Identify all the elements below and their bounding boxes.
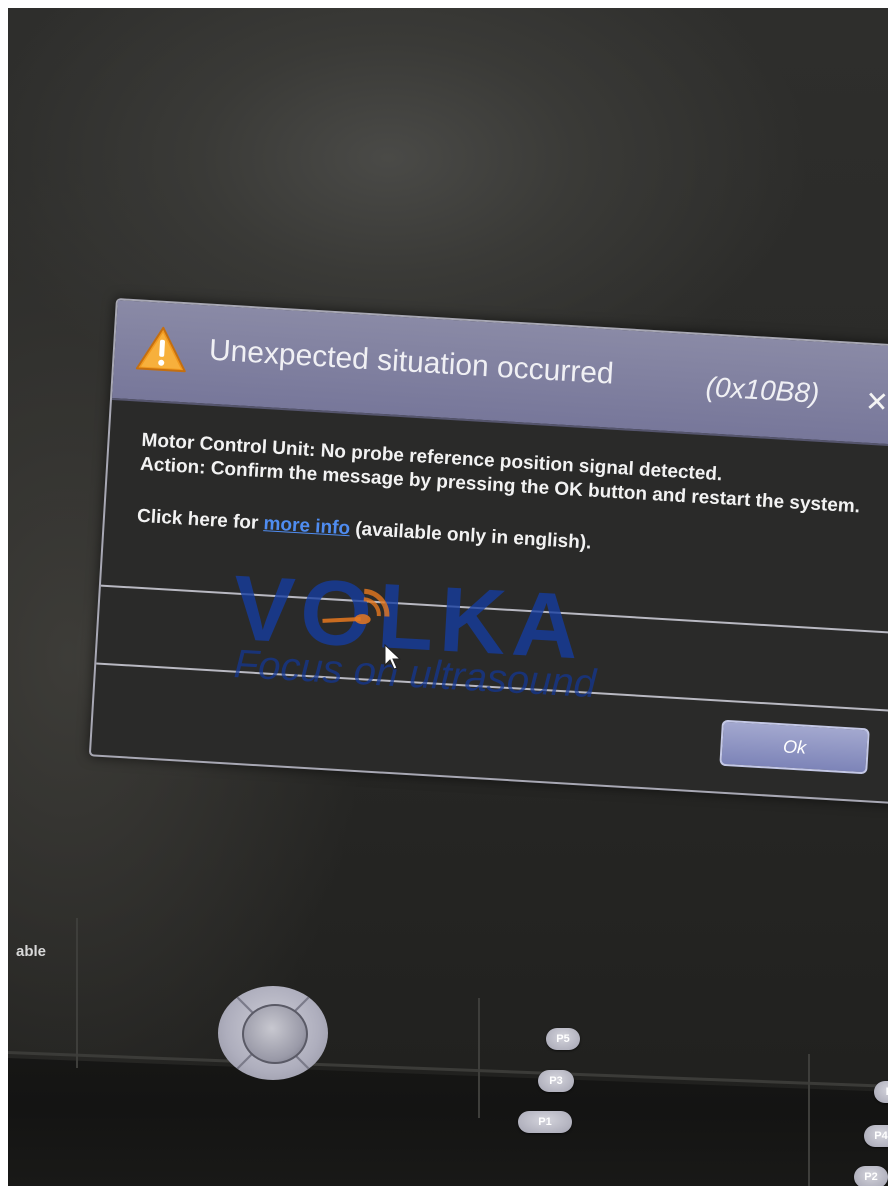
ok-button[interactable]: Ok: [719, 719, 870, 775]
dialog-titlebar: Unexpected situation occurred (0x10B8) ✕: [111, 300, 888, 449]
side-label: able: [16, 943, 47, 960]
panel-divider: [808, 1054, 810, 1186]
panel-divider: [478, 998, 480, 1118]
trackball-ring[interactable]: [218, 986, 328, 1080]
p4-button[interactable]: P4: [864, 1125, 888, 1147]
dialog-title: Unexpected situation occurred: [208, 333, 615, 391]
p3-button[interactable]: P3: [538, 1070, 574, 1092]
more-info-prefix: Click here for: [136, 505, 265, 535]
trackball[interactable]: [242, 1004, 308, 1064]
close-icon[interactable]: ✕: [864, 385, 888, 419]
mouse-cursor-icon: [384, 644, 402, 670]
error-code: (0x10B8): [704, 371, 821, 409]
photo-background: Unexpected situation occurred (0x10B8) ✕…: [8, 8, 888, 1186]
error-dialog: Unexpected situation occurred (0x10B8) ✕…: [88, 298, 888, 806]
p5-button[interactable]: P5: [546, 1028, 580, 1050]
p1-button[interactable]: P1: [518, 1111, 572, 1133]
screen-bezel: [8, 1058, 888, 1186]
dialog-detail-area: [96, 586, 888, 714]
p2-button[interactable]: P2: [854, 1166, 888, 1186]
more-info-line: Click here for more info (available only…: [136, 506, 592, 555]
warning-icon: [135, 326, 186, 373]
more-info-link[interactable]: more info: [263, 513, 351, 539]
panel-divider: [76, 918, 78, 1068]
more-info-suffix: (available only in english).: [349, 518, 592, 554]
